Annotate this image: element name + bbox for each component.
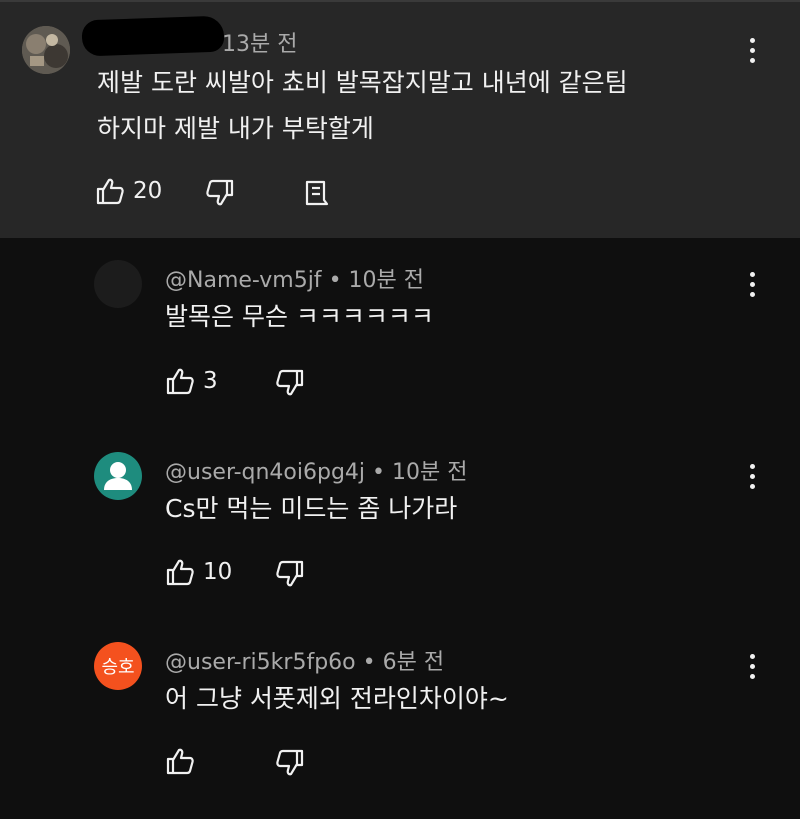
reply-meta: @user-qn4oi6pg4j • 10분 전 [165, 454, 467, 486]
reply-text: 어 그냥 서폿제외 전라인차이야~ [165, 684, 509, 713]
redacted-handle [81, 15, 225, 57]
reply-time: 10분 전 [392, 460, 468, 485]
reply-meta: @user-ri5kr5fp6o • 6분 전 [165, 644, 444, 676]
like-count: 20 [133, 178, 163, 204]
like-count: 3 [203, 368, 218, 394]
avatar-initials: 승호 [101, 657, 135, 678]
parent-comment-line1: 제발 도란 씨발아 쵸비 발목잡지말고 내년에 같은팀 [97, 68, 628, 97]
reply-handle[interactable]: @Name-vm5jf [165, 268, 322, 293]
parent-comment-line2: 하지마 제발 내가 부탁할게 [97, 114, 374, 143]
reply-avatar[interactable]: 승호 [94, 642, 142, 690]
parent-more-icon[interactable] [743, 36, 763, 66]
reply-actions [165, 746, 325, 778]
top-divider [0, 0, 800, 2]
reply-avatar[interactable] [94, 260, 142, 308]
reply-text: 발목은 무슨 ㅋㅋㅋㅋㅋㅋ [165, 302, 434, 331]
separator-dot: • [372, 460, 386, 485]
parent-avatar[interactable] [22, 26, 70, 74]
like-icon[interactable] [165, 746, 195, 776]
reply-more-icon[interactable] [743, 270, 763, 300]
reply-text: Cs만 먹는 미드는 좀 나가라 [165, 494, 458, 523]
like-icon[interactable] [95, 176, 125, 206]
user-icon [104, 462, 132, 490]
like-count: 10 [203, 559, 233, 585]
reply-more-icon[interactable] [743, 652, 763, 682]
reply-avatar[interactable] [94, 452, 142, 500]
reply-time: 6분 전 [382, 650, 445, 675]
dislike-icon[interactable] [275, 559, 305, 589]
reply-icon[interactable] [302, 178, 332, 208]
separator-dot: • [362, 650, 376, 675]
reply-meta: @Name-vm5jf • 10분 전 [165, 262, 424, 294]
dislike-icon[interactable] [205, 178, 235, 208]
reply-more-icon[interactable] [743, 462, 763, 492]
reply-handle[interactable]: @user-qn4oi6pg4j [165, 460, 365, 485]
parent-comment-time: 13분 전 [222, 32, 298, 57]
parent-actions: 20 [95, 176, 345, 208]
separator-dot: • [328, 268, 342, 293]
reply-actions: 3 [165, 366, 325, 398]
dislike-icon[interactable] [275, 748, 305, 778]
reply-time: 10분 전 [348, 268, 425, 293]
like-icon[interactable] [165, 557, 195, 587]
dislike-icon[interactable] [275, 368, 305, 398]
reply-handle[interactable]: @user-ri5kr5fp6o [165, 650, 356, 675]
reply-actions: 10 [165, 557, 325, 589]
like-icon[interactable] [165, 366, 195, 396]
